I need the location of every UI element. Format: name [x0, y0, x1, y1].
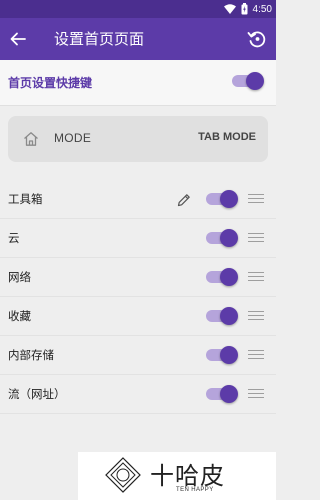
watermark-logo-icon: [105, 457, 141, 493]
list-item-label: 云: [8, 231, 20, 245]
drag-handle-icon[interactable]: [248, 389, 264, 401]
list-item-toolbox: 工具箱: [0, 180, 276, 219]
home-icon: [24, 132, 38, 146]
pencil-icon[interactable]: [176, 192, 192, 208]
list-item-label: 收藏: [8, 309, 31, 323]
drag-handle-icon[interactable]: [248, 233, 264, 245]
list-item-cloud: 云: [0, 219, 276, 258]
mode-selector[interactable]: MODE TAB MODE: [8, 116, 268, 162]
list-item-label: 工具箱: [8, 192, 43, 206]
restore-icon[interactable]: [246, 28, 268, 50]
drag-handle-icon[interactable]: [248, 311, 264, 323]
toggle-thumb: [220, 346, 238, 364]
app-bar: 设置首页页面: [0, 18, 276, 60]
battery-icon: [241, 3, 248, 15]
home-shortcut-label: 首页设置快捷键: [8, 76, 93, 90]
watermark-subtitle: TEN HAPPY: [176, 487, 214, 493]
page-title: 设置首页页面: [54, 30, 145, 48]
list-item-label: 流（网址）: [8, 387, 66, 401]
cloud-toggle[interactable]: [206, 229, 238, 247]
mode-label: MODE: [54, 131, 92, 145]
favorites-toggle[interactable]: [206, 307, 238, 325]
home-shortcut-toggle[interactable]: [232, 72, 264, 90]
list-item-stream-url: 流（网址）: [0, 375, 276, 414]
toggle-thumb: [246, 72, 264, 90]
toggle-thumb: [220, 307, 238, 325]
back-arrow-icon[interactable]: [8, 29, 28, 49]
wifi-icon: [223, 4, 236, 14]
toggle-thumb: [220, 385, 238, 403]
stream-url-toggle[interactable]: [206, 385, 238, 403]
drag-handle-icon[interactable]: [248, 350, 264, 362]
drag-handle-icon[interactable]: [248, 272, 264, 284]
watermark: 十哈皮 TEN HAPPY: [78, 452, 276, 500]
home-shortcut-row: 首页设置快捷键: [0, 60, 276, 106]
status-icons: 4:50: [223, 2, 272, 16]
list-item-favorites: 收藏: [0, 297, 276, 336]
network-toggle[interactable]: [206, 268, 238, 286]
toggle-thumb: [220, 190, 238, 208]
toggle-thumb: [220, 268, 238, 286]
mode-value: TAB MODE: [198, 131, 256, 143]
list-item-internal-storage: 内部存储: [0, 336, 276, 375]
list-item-network: 网络: [0, 258, 276, 297]
toolbox-toggle[interactable]: [206, 190, 238, 208]
drag-handle-icon[interactable]: [248, 194, 264, 206]
internal-storage-toggle[interactable]: [206, 346, 238, 364]
status-time: 4:50: [252, 3, 272, 15]
toggle-thumb: [220, 229, 238, 247]
list-item-label: 内部存储: [8, 348, 54, 362]
watermark-title: 十哈皮: [150, 462, 225, 490]
list-item-label: 网络: [8, 270, 31, 284]
status-bar: 4:50: [0, 0, 276, 18]
